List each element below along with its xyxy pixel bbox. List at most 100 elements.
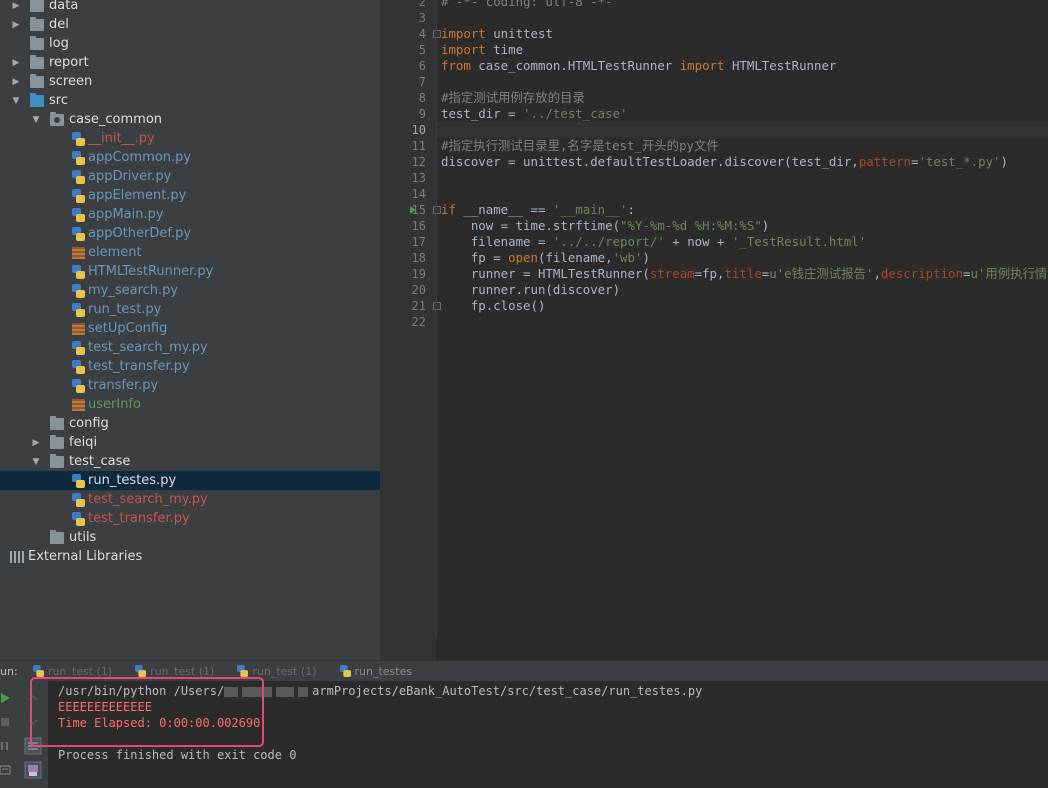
- python-logo-yellow: [76, 479, 85, 488]
- pause-icon[interactable]: [0, 735, 16, 757]
- tree-item[interactable]: __init__.py: [0, 129, 380, 148]
- run-gutter-icon[interactable]: [410, 206, 416, 214]
- run-tab[interactable]: run_testes: [327, 661, 423, 682]
- code-token: time: [485, 42, 524, 57]
- code-line[interactable]: runner = HTMLTestRunner(stream=fp,title=…: [441, 266, 1048, 282]
- python-logo-yellow: [36, 670, 45, 677]
- fold-start-icon[interactable]: [433, 206, 441, 214]
- stop-icon[interactable]: [0, 711, 16, 733]
- python-file-icon: [32, 665, 45, 677]
- tree-item-label: test_search_my.py: [88, 340, 208, 355]
- tree-item[interactable]: setUpConfig: [0, 319, 380, 338]
- run-tab[interactable]: run_test (1): [20, 661, 122, 682]
- code-line[interactable]: discover = unittest.defaultTestLoader.di…: [441, 154, 1008, 170]
- expand-arrow-down-icon[interactable]: ▼: [30, 115, 42, 125]
- run-tab-bar: un: run_test (1) run_test (1) run_test (1)…: [0, 660, 1048, 681]
- tree-item-label: log: [49, 36, 69, 51]
- expand-arrow-right-icon[interactable]: ▶: [10, 20, 22, 30]
- redacted-mask: [276, 686, 295, 697]
- code-line[interactable]: filename = '../../report/' + now + '_Tes…: [441, 234, 866, 250]
- python-file-icon: [72, 340, 85, 355]
- tree-item[interactable]: appDriver.py: [0, 167, 380, 186]
- code-line[interactable]: #指定执行测试目录里,名字是test_开头的py文件: [441, 138, 719, 154]
- tree-item-label: appMain.py: [88, 207, 164, 222]
- rerun-icon[interactable]: [0, 687, 16, 709]
- tree-item[interactable]: element: [0, 243, 380, 262]
- scroll-down-icon[interactable]: [22, 711, 44, 733]
- tree-item[interactable]: utils: [0, 528, 380, 547]
- code-token: title: [724, 266, 762, 281]
- expand-arrow-down-icon[interactable]: ▼: [10, 96, 22, 106]
- code-line[interactable]: now = time.strftime("%Y-%m-%d %H:%M:%S"): [441, 218, 769, 234]
- dump-threads-icon[interactable]: [0, 759, 16, 781]
- tree-item[interactable]: appCommon.py: [0, 148, 380, 167]
- tree-item-label: transfer.py: [88, 378, 159, 393]
- fold-start-icon[interactable]: [433, 30, 441, 38]
- python-logo-yellow: [76, 346, 85, 355]
- tree-item[interactable]: test_search_my.py: [0, 338, 380, 357]
- code-token: description: [880, 266, 963, 281]
- code-line[interactable]: runner.run(discover): [441, 282, 620, 298]
- code-line[interactable]: from case_common.HTMLTestRunner import H…: [441, 58, 836, 74]
- tree-item[interactable]: test_transfer.py: [0, 509, 380, 528]
- code-editor[interactable]: 2 3 4 5 6 7 8 9 10 11 12 13 14 15 16 17 18 19 20 21 22 # -*-…: [380, 0, 1048, 660]
- tree-item[interactable]: test_transfer.py: [0, 357, 380, 376]
- tree-item[interactable]: ▶ report: [0, 53, 380, 72]
- scroll-up-icon[interactable]: [22, 687, 44, 709]
- code-line[interactable]: import unittest: [441, 26, 553, 42]
- expand-arrow-right-icon[interactable]: ▶: [10, 58, 22, 68]
- code-line[interactable]: #指定测试用例存放的目录: [441, 90, 585, 106]
- expand-arrow-right-icon[interactable]: ▶: [10, 1, 22, 11]
- tree-item[interactable]: ▶ data: [0, 0, 380, 15]
- run-tab[interactable]: run_test (1): [122, 661, 224, 682]
- tree-item[interactable]: test_search_my.py: [0, 490, 380, 509]
- tree-item[interactable]: config: [0, 414, 380, 433]
- tree-item[interactable]: my_search.py: [0, 281, 380, 300]
- tree-item-label: run_testes.py: [88, 473, 177, 488]
- tree-item[interactable]: log: [0, 34, 380, 53]
- code-line[interactable]: if __name__ == '__main__':: [441, 202, 635, 218]
- folder-icon: [50, 529, 64, 544]
- tree-item[interactable]: appMain.py: [0, 205, 380, 224]
- tree-item[interactable]: run_test.py: [0, 300, 380, 319]
- code-line[interactable]: fp = open(filename,'wb'): [441, 250, 650, 266]
- python-logo-yellow: [76, 175, 85, 184]
- tree-item[interactable]: ▶ screen: [0, 72, 380, 91]
- tree-item[interactable]: transfer.py: [0, 376, 380, 395]
- tree-item[interactable]: HTMLTestRunner.py: [0, 262, 380, 281]
- tree-item[interactable]: appOtherDef.py: [0, 224, 380, 243]
- tree-item-label: my_search.py: [88, 283, 179, 298]
- python-file-icon: [72, 264, 85, 279]
- code-line[interactable]: test_dir = '../test_case': [441, 106, 628, 122]
- tree-item[interactable]: userInfo: [0, 395, 380, 414]
- tree-item[interactable]: run_testes.py: [0, 471, 380, 490]
- python-file-icon: [72, 207, 85, 222]
- fold-end-icon[interactable]: [433, 302, 441, 310]
- tree-item[interactable]: appElement.py: [0, 186, 380, 205]
- expand-arrow-right-icon[interactable]: ▶: [30, 438, 42, 448]
- print-icon[interactable]: [22, 759, 44, 781]
- tree-item[interactable]: ▶ feiqi: [0, 433, 380, 452]
- tree-item-label: __init__.py: [88, 131, 155, 146]
- tree-item[interactable]: ▼ src: [0, 91, 380, 110]
- code-line[interactable]: import time: [441, 42, 523, 58]
- run-tab[interactable]: run_test (1): [224, 661, 326, 682]
- expand-arrow-down-icon[interactable]: ▼: [30, 457, 42, 467]
- code-token: case_common.HTMLTestRunner: [470, 58, 680, 73]
- python-logo-yellow: [240, 670, 249, 677]
- console-exit-message: Process finished with exit code 0: [58, 748, 297, 762]
- code-line[interactable]: fp.close(): [441, 298, 546, 314]
- project-tree: ▶ data ▶ del log ▶ report ▶ screen ▼ src ▼ case_comm…: [0, 0, 380, 660]
- tree-item[interactable]: ▼ case_common: [0, 110, 380, 129]
- tree-item[interactable]: ▶ del: [0, 15, 380, 34]
- expand-arrow-right-icon[interactable]: ▶: [10, 77, 22, 87]
- tree-item[interactable]: External Libraries: [0, 547, 380, 566]
- line-number: 18: [411, 251, 426, 265]
- run-tab-label: run_test (1): [252, 664, 317, 678]
- code-token: + now +: [664, 234, 732, 249]
- code-token: import: [441, 42, 486, 57]
- soft-wrap-icon[interactable]: [22, 735, 44, 757]
- code-line[interactable]: # -*- coding: utf-8 -*-: [441, 0, 613, 10]
- tree-item[interactable]: ▼ test_case: [0, 452, 380, 471]
- run-console-output[interactable]: /usr/bin/python /Users/armProjects/eBank…: [48, 681, 1048, 788]
